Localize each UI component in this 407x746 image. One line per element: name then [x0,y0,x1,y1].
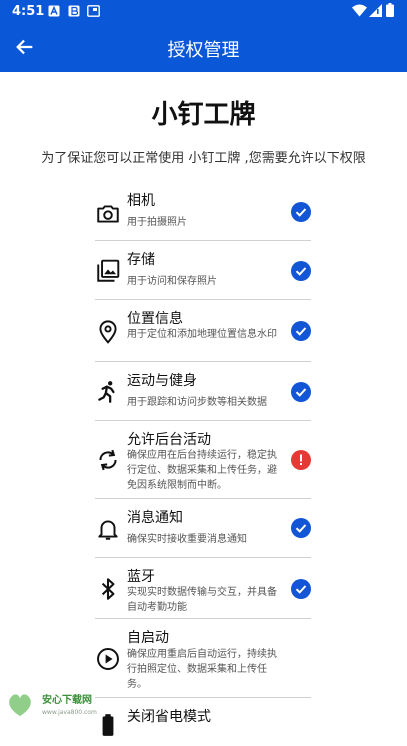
granted-check-icon [291,261,311,281]
permission-name: 相机 [127,193,155,209]
status-bar: 4:51 [0,0,407,24]
permission-name: 运动与健身 [127,373,197,389]
permission-item-auto-start[interactable]: 自启动 确保应用重启后自动运行，持续执行拍照定位、数据采集和上传任务。 [95,627,311,698]
warning-alert-icon [291,450,311,470]
permission-desc: 确保应用重启后自动运行，持续执行拍照定位、数据采集和上传任务。 [127,649,277,690]
permission-item-bluetooth[interactable]: 蓝牙 实现实时数据传输与交互，并具备自动考勤功能 [95,566,311,619]
permission-item-battery-saver[interactable]: 关闭省电模式 [95,706,311,746]
permission-item-activity[interactable]: 运动与健身 用于跟踪和访问步数等相关数据 [95,370,311,421]
permission-name: 自启动 [127,630,169,646]
permission-item-storage[interactable]: 存储 用于访问和保存照片 [95,249,311,300]
permission-intro-text: 为了保证您可以正常使用 小钉工牌 ,您需要允许以下权限 [41,151,366,166]
wifi-icon [352,4,367,17]
permission-desc: 确保应用在后台持续运行，稳定执行定位、数据采集和上传任务，避免因系统限制而中断。 [127,450,277,491]
top-bar: 4:51 授权管理 [0,0,407,72]
granted-check-icon [291,321,311,341]
location-pin-icon [99,320,117,344]
permission-desc: 用于访问和保存照片 [127,276,217,287]
camera-icon [97,205,119,223]
permission-desc: 确保实时接收重要消息通知 [127,534,247,545]
permission-item-notifications[interactable]: 消息通知 确保实时接收重要消息通知 [95,507,311,558]
sync-icon [99,449,117,471]
permission-name: 关闭省电模式 [127,709,211,725]
permission-desc: 用于定位和添加地理位置信息水印 [127,329,277,340]
notification-b-icon [68,5,80,17]
permission-item-location[interactable]: 位置信息 用于定位和添加地理位置信息水印 [95,308,311,362]
permission-desc: 实现实时数据传输与交互，并具备自动考勤功能 [127,587,277,613]
bell-icon [98,520,118,540]
permission-desc: 用于拍摄照片 [127,217,187,228]
play-circle-icon [97,648,119,670]
permission-name: 存储 [127,252,155,268]
cellular-signal-icon [369,4,382,17]
status-time: 4:51 [12,4,45,19]
granted-check-icon [291,202,311,222]
running-person-icon [98,381,115,403]
notification-a-icon [48,5,60,17]
granted-check-icon [291,518,311,538]
permission-name: 蓝牙 [127,569,155,585]
permission-name: 消息通知 [127,510,183,526]
svg-text:www.java800.com: www.java800.com [42,709,97,716]
permission-item-camera[interactable]: 相机 用于拍摄照片 [95,190,311,241]
svg-text:安心下载网: 安心下载网 [42,693,92,706]
granted-check-icon [291,382,311,402]
app-name-heading: 小钉工牌 [151,100,256,130]
permission-item-background-activity[interactable]: 允许后台活动 确保应用在后台持续运行，稳定执行定位、数据采集和上传任务，避免因系… [95,429,311,499]
bluetooth-icon [101,578,115,600]
photo-library-icon [97,259,120,282]
watermark-logo: 安心下载网 www.java800.com [6,690,106,718]
app-bar: 授权管理 [0,24,407,72]
permission-name: 位置信息 [127,311,183,327]
permission-name: 允许后台活动 [127,432,211,448]
battery-status-icon [386,3,394,17]
permission-desc: 用于跟踪和访问步数等相关数据 [127,397,267,408]
granted-check-icon [291,579,311,599]
page-title: 授权管理 [167,40,240,61]
screen-icon [87,5,100,17]
